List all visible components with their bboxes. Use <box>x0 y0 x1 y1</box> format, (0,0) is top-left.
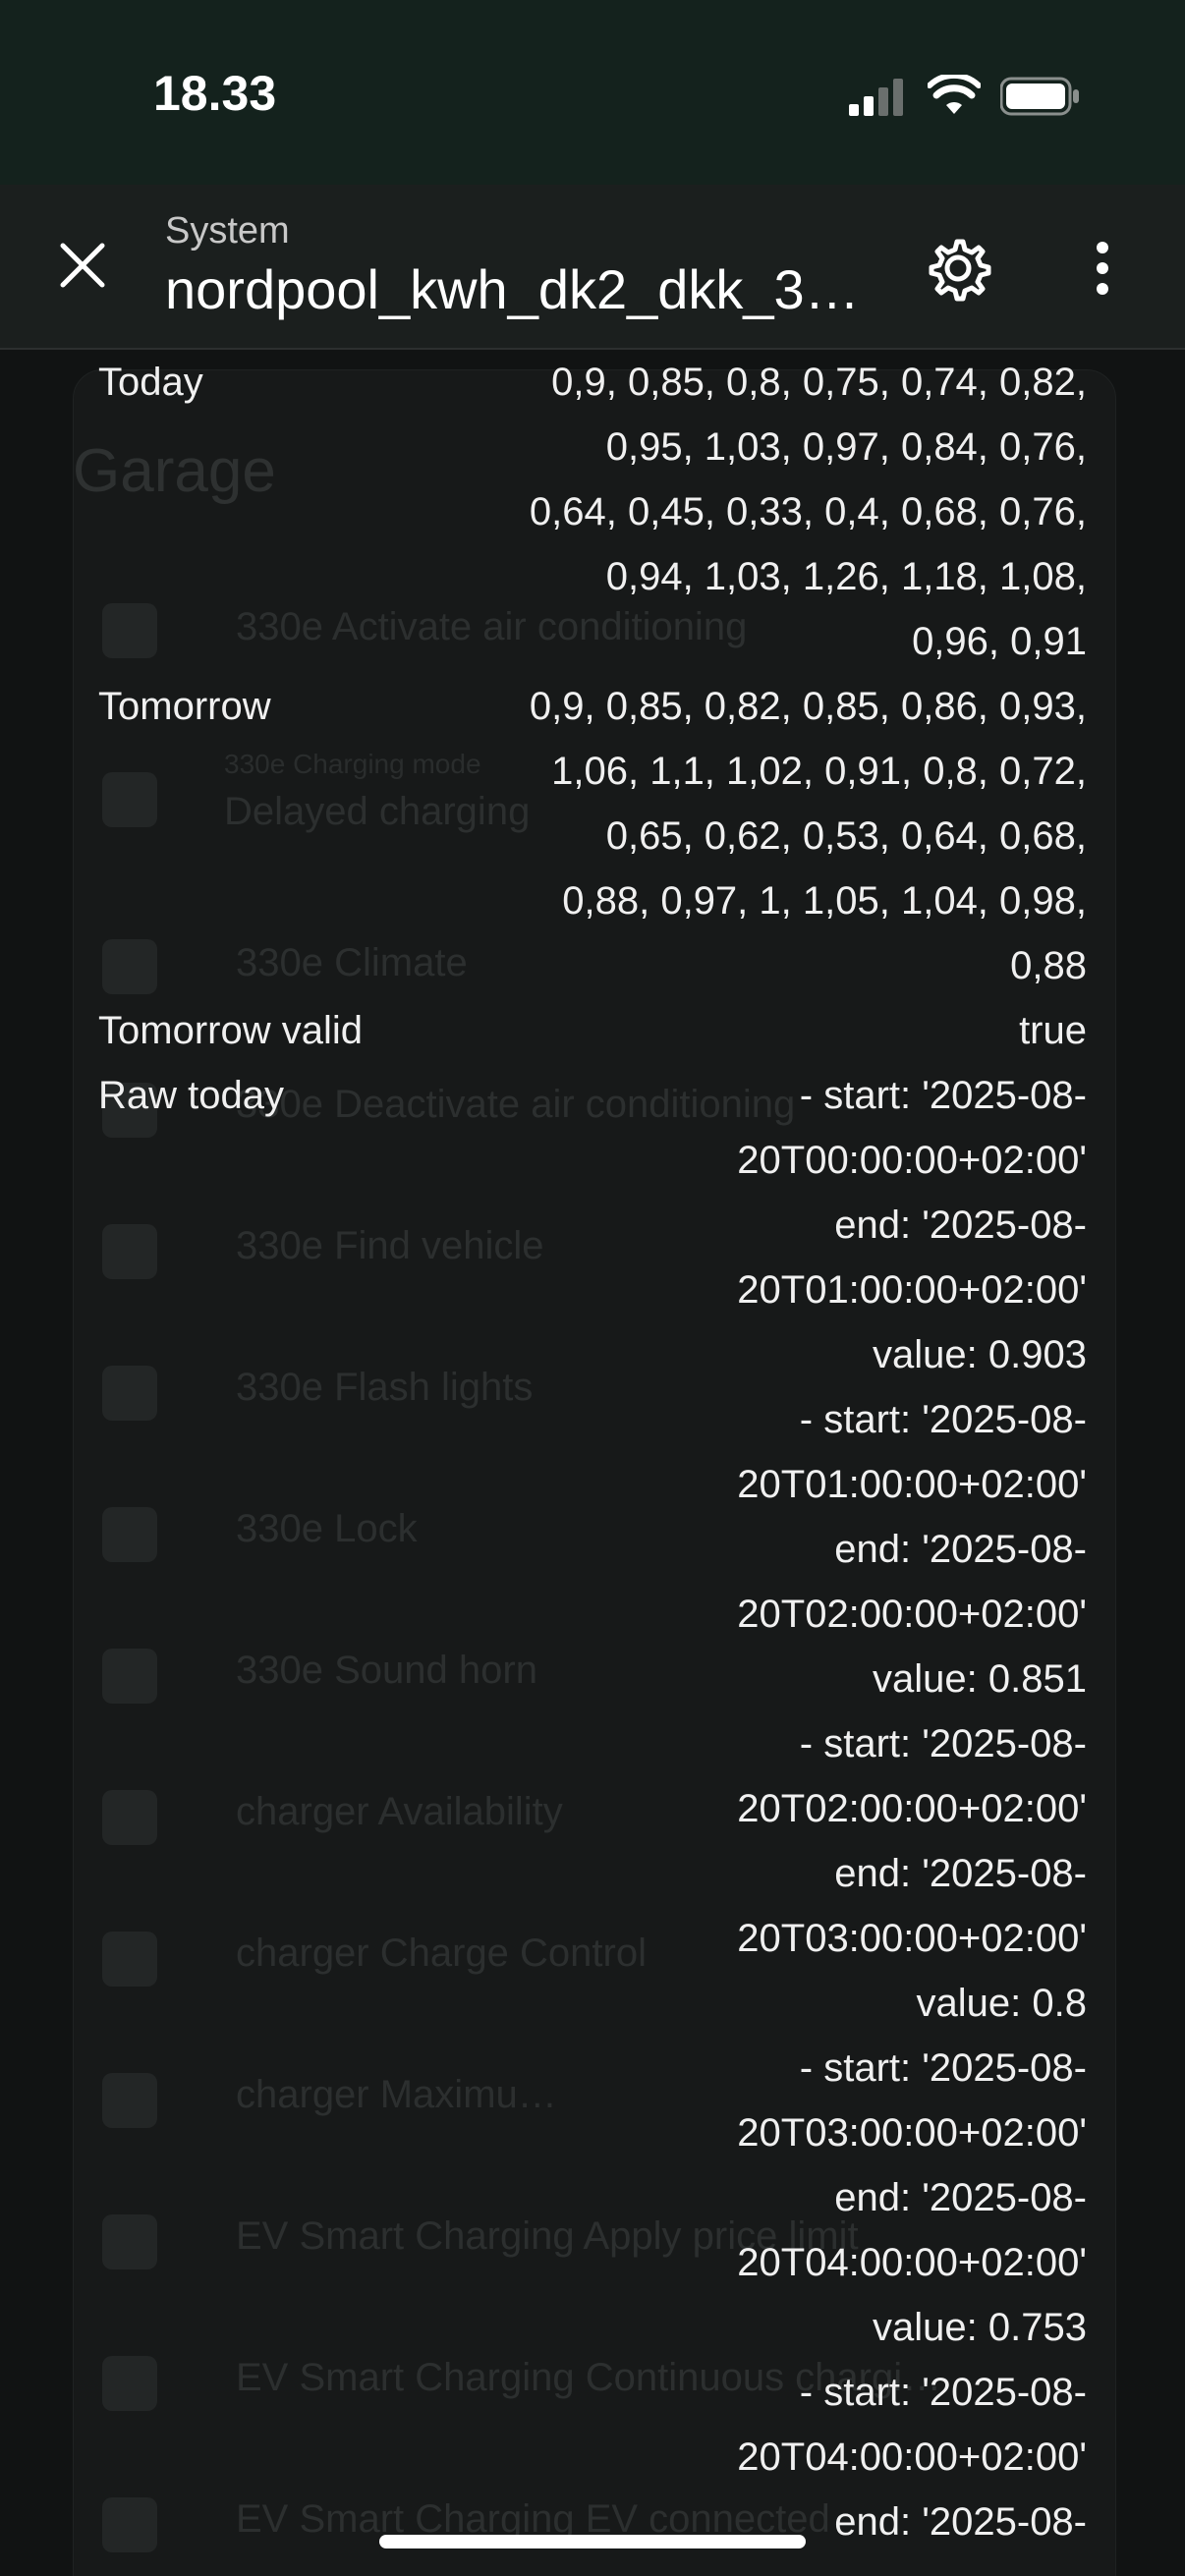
value-line: 20T00:00:00+02:00' <box>737 1139 1087 1182</box>
value-line: 0,64, 0,45, 0,33, 0,4, 0,68, 0,76, <box>529 490 1087 533</box>
value-line: end: '2025-08- <box>834 2176 1087 2219</box>
value-line: 20T02:00:00+02:00' <box>737 1787 1087 1830</box>
value-line: 20T01:00:00+02:00' <box>737 1268 1087 1312</box>
value-line: 0,65, 0,62, 0,53, 0,64, 0,68, <box>605 814 1087 858</box>
value-line: - start: '2025-08- <box>799 2046 1087 2090</box>
entity-title: nordpool_kwh_dk2_dkk_3… <box>165 258 860 320</box>
more-vert-icon[interactable] <box>1081 234 1124 303</box>
value-line: - start: '2025-08- <box>799 1074 1087 1117</box>
wifi-icon <box>928 75 981 114</box>
attribute-key: Raw today <box>98 1074 284 1117</box>
attribute-row-raw-today: Raw today - start: '2025-08- 20T00:00:00… <box>0 1063 1185 2554</box>
attribute-key: Tomorrow <box>98 685 271 728</box>
value-line: value: 0.8 <box>916 1982 1087 2025</box>
value-line: true <box>1019 1009 1087 1052</box>
value-line: 20T01:00:00+02:00' <box>737 1463 1087 1506</box>
value-line: 0,9, 0,85, 0,82, 0,85, 0,86, 0,93, <box>529 685 1087 728</box>
value-line: 0,94, 1,03, 1,26, 1,18, 1,08, <box>605 555 1087 598</box>
attribute-row-tomorrow: Tomorrow 0,9, 0,85, 0,82, 0,85, 0,86, 0,… <box>0 674 1185 998</box>
attribute-row-today: Today 0,9, 0,85, 0,8, 0,75, 0,74, 0,82, … <box>0 350 1185 674</box>
attribute-key: Today <box>98 361 203 404</box>
close-icon[interactable] <box>53 236 112 295</box>
value-line: 20T04:00:00+02:00' <box>737 2241 1087 2284</box>
status-bar: 18.33 <box>0 0 1185 185</box>
value-line: value: 0.851 <box>873 1657 1087 1701</box>
value-line: end: '2025-08- <box>834 1852 1087 1895</box>
attributes-list: Today 0,9, 0,85, 0,8, 0,75, 0,74, 0,82, … <box>0 350 1185 2554</box>
value-line: 1,06, 1,1, 1,02, 0,91, 0,8, 0,72, <box>551 750 1087 793</box>
value-line: 0,88, 0,97, 1, 1,05, 1,04, 0,98, <box>562 879 1087 923</box>
value-line: 0,88 <box>1010 944 1087 987</box>
attribute-value: true <box>458 998 1087 1063</box>
value-line: 20T03:00:00+02:00' <box>737 1917 1087 1960</box>
value-line: 20T04:00:00+02:00' <box>737 2436 1087 2479</box>
attribute-value: 0,9, 0,85, 0,82, 0,85, 0,86, 0,93, 1,06,… <box>458 674 1087 998</box>
value-line: 0,96, 0,91 <box>912 620 1087 663</box>
attribute-key: Tomorrow valid <box>98 1009 363 1052</box>
attribute-value: - start: '2025-08- 20T00:00:00+02:00' en… <box>458 1063 1087 2554</box>
value-line: - start: '2025-08- <box>799 1398 1087 1441</box>
value-line: - start: '2025-08- <box>799 1722 1087 1765</box>
battery-icon <box>1000 77 1079 116</box>
dialog-header: System nordpool_kwh_dk2_dkk_3… <box>0 185 1185 350</box>
value-line: value: 0.903 <box>873 1333 1087 1376</box>
value-line: 20T03:00:00+02:00' <box>737 2111 1087 2155</box>
value-line: end: '2025-08- <box>834 1204 1087 1247</box>
value-line: 20T02:00:00+02:00' <box>737 1593 1087 1636</box>
gear-icon[interactable] <box>924 234 992 303</box>
attribute-value: 0,9, 0,85, 0,8, 0,75, 0,74, 0,82, 0,95, … <box>458 350 1087 674</box>
header-subtitle: System <box>165 210 290 252</box>
value-line: value: 0.753 <box>873 2306 1087 2349</box>
home-indicator[interactable] <box>379 2535 806 2548</box>
value-line: 0,9, 0,85, 0,8, 0,75, 0,74, 0,82, <box>551 361 1087 404</box>
value-line: end: '2025-08- <box>834 1528 1087 1571</box>
attribute-row-tomorrow-valid: Tomorrow valid true <box>0 998 1185 1063</box>
cellular-signal-icon <box>849 79 903 116</box>
status-time: 18.33 <box>153 66 277 121</box>
value-line: 0,95, 1,03, 0,97, 0,84, 0,76, <box>605 425 1087 469</box>
value-line: - start: '2025-08- <box>799 2371 1087 2414</box>
